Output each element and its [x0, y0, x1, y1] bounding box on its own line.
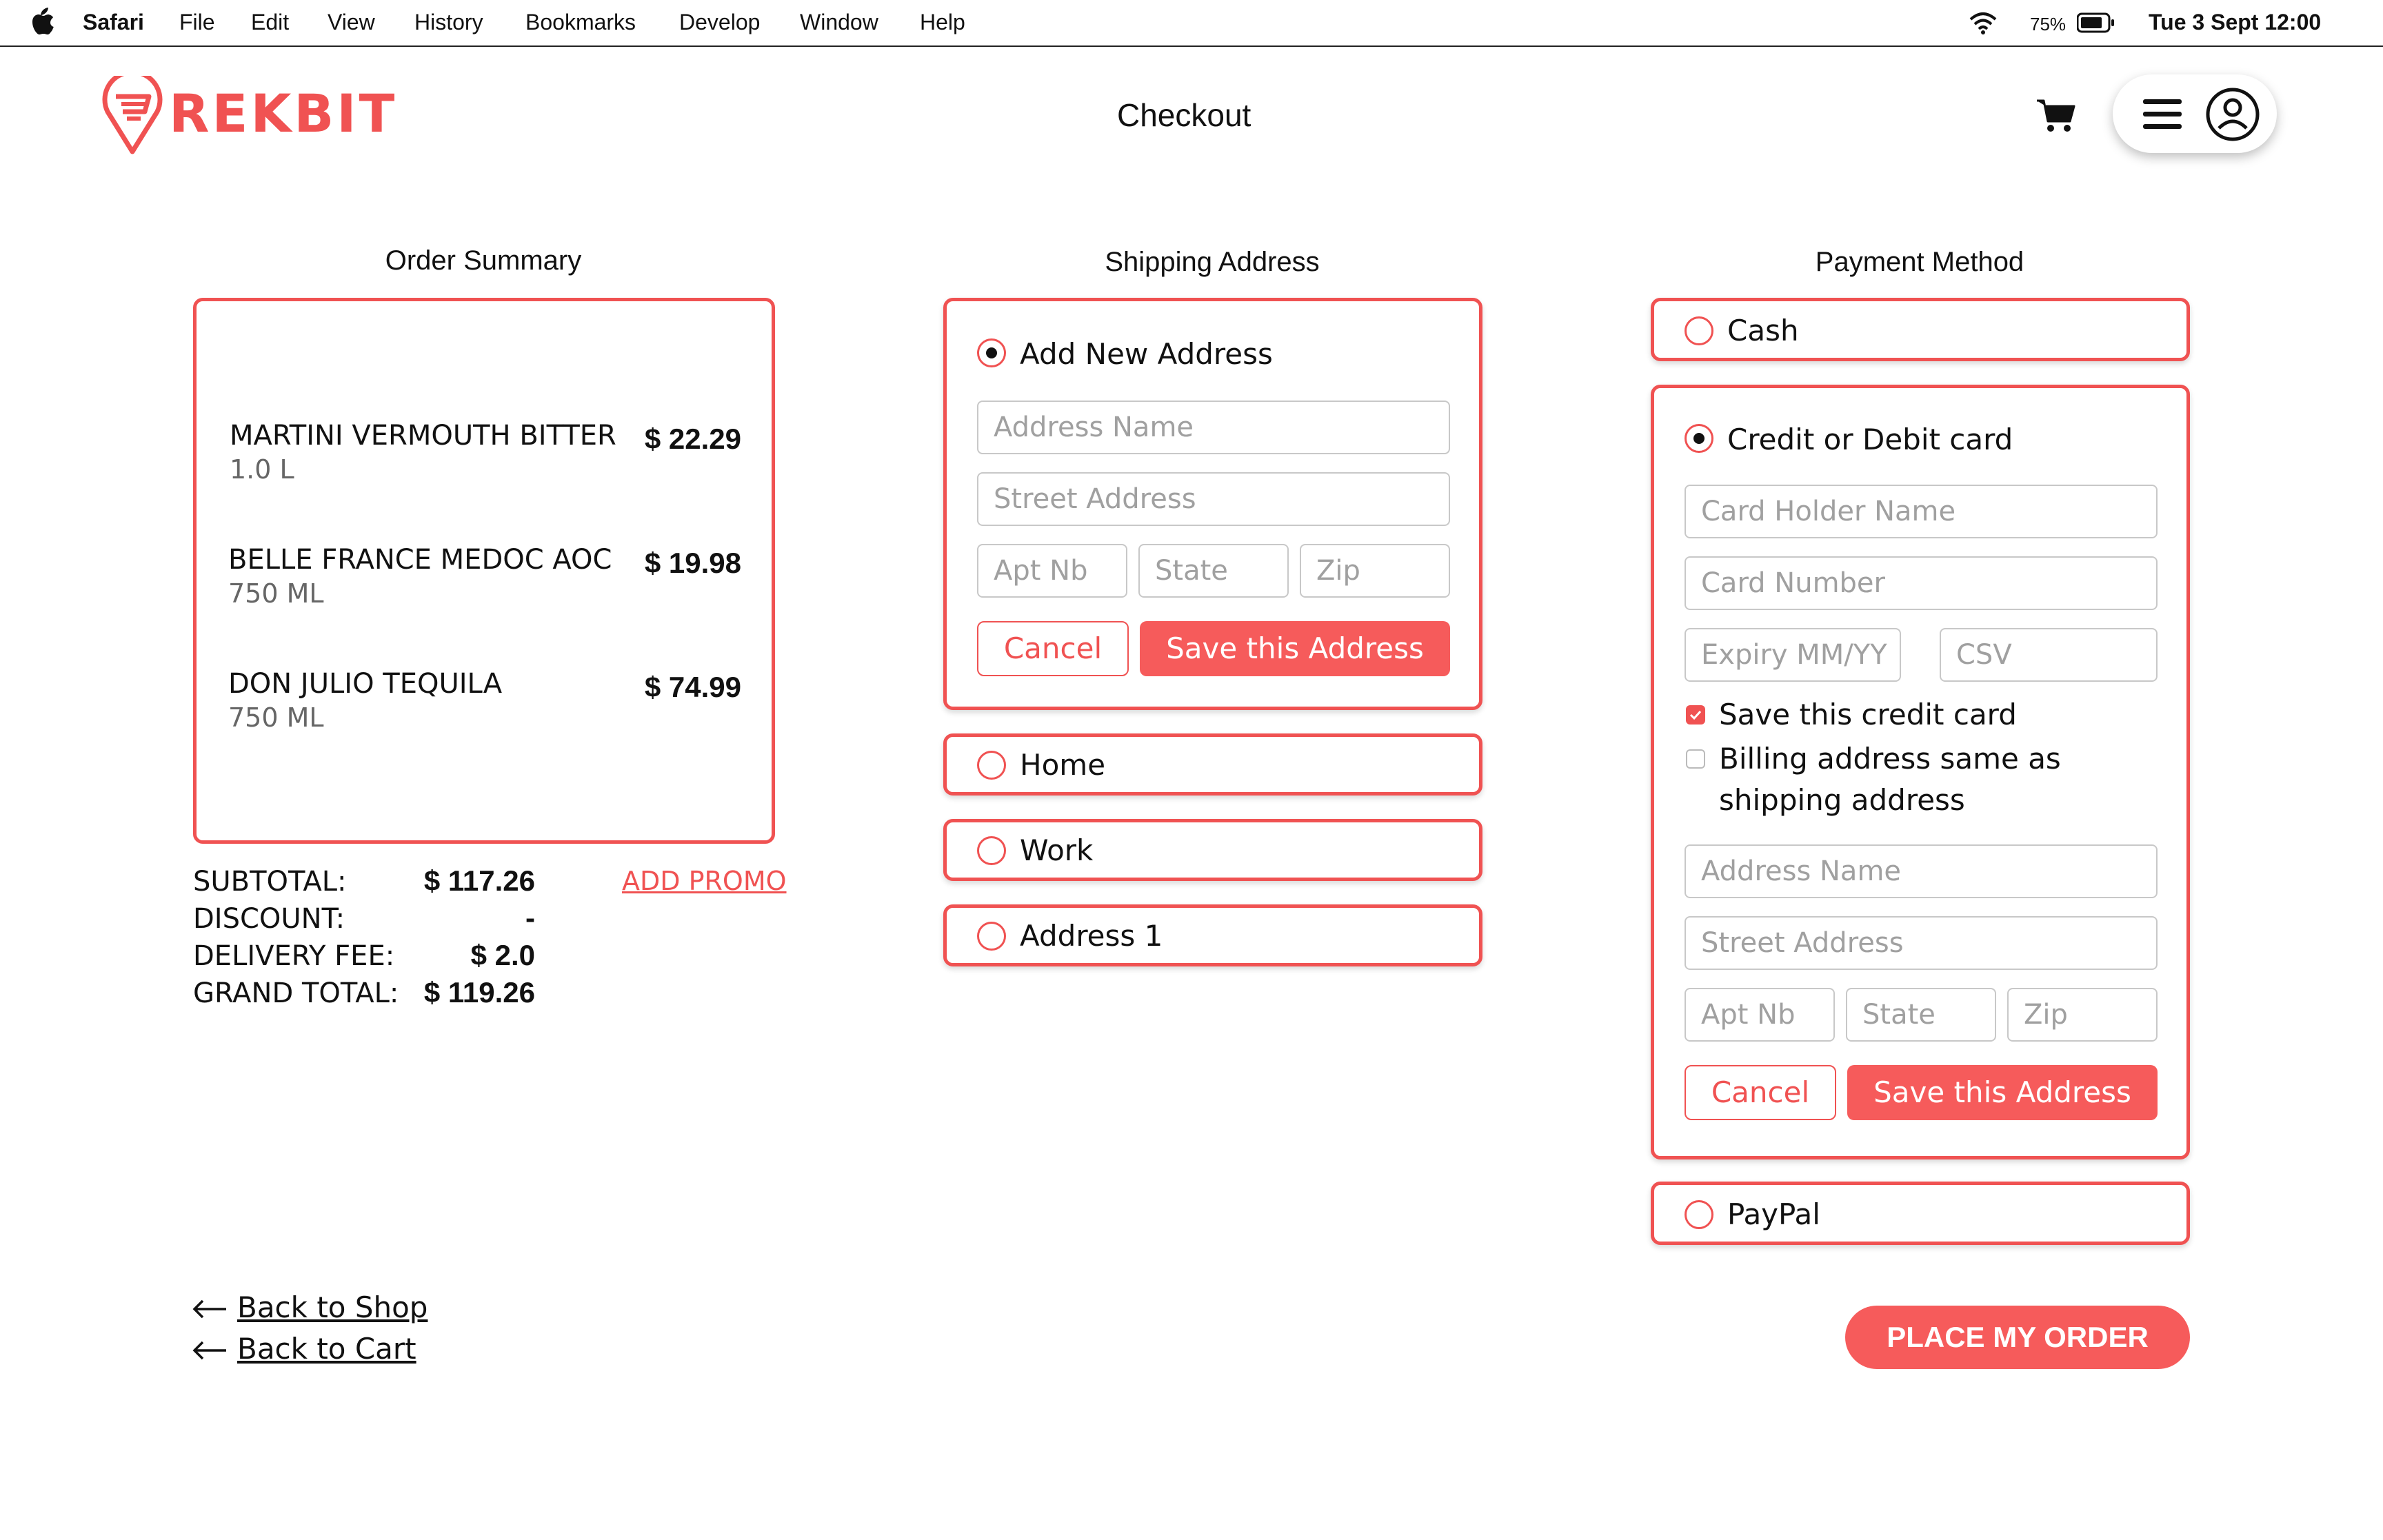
cash-label: Cash — [1727, 314, 1799, 347]
battery-icon[interactable] — [2077, 12, 2115, 33]
hamburger-icon[interactable] — [2143, 99, 2182, 130]
billing-address-name-input[interactable]: Address Name — [1685, 844, 2158, 898]
payment-paypal-option[interactable]: PayPal — [1651, 1182, 2190, 1245]
saved-address-label: Work — [1020, 833, 1094, 867]
order-item-volume: 750 ML — [228, 578, 324, 609]
order-summary-title: Order Summary — [385, 245, 582, 276]
delivery-fee-label: DELIVERY FEE: — [193, 940, 395, 972]
payment-method-title: Payment Method — [1815, 247, 2024, 277]
saved-address-label: Home — [1020, 748, 1106, 782]
menu-help[interactable]: Help — [920, 10, 965, 35]
address-name-input[interactable]: Address Name — [977, 401, 1450, 454]
street-address-input[interactable]: Street Address — [977, 472, 1450, 526]
save-card-checkbox[interactable] — [1686, 705, 1705, 725]
shipping-address-title: Shipping Address — [1105, 247, 1320, 277]
saved-address-home[interactable]: Home — [943, 733, 1482, 796]
menu-bar: Safari File Edit View History Bookmarks … — [0, 0, 2383, 47]
new-address-label: Add New Address — [1020, 337, 1273, 371]
zip-input[interactable]: Zip — [1300, 544, 1450, 598]
save-card-label: Save this credit card — [1719, 698, 2017, 731]
back-to-cart-link[interactable]: Back to Cart — [237, 1332, 416, 1366]
billing-zip-input[interactable]: Zip — [2007, 988, 2158, 1042]
billing-same-checkbox[interactable] — [1686, 749, 1705, 769]
payment-card-box: Credit or Debit card Card Holder Name Ca… — [1651, 385, 2190, 1159]
menu-app-name[interactable]: Safari — [83, 10, 144, 35]
card-radio[interactable] — [1685, 424, 1713, 453]
arrow-left-icon[interactable] — [192, 1299, 228, 1319]
saved-address-work[interactable]: Work — [943, 819, 1482, 881]
cart-icon[interactable] — [2035, 98, 2077, 134]
battery-percent: 75% — [2030, 14, 2067, 34]
card-holder-input[interactable]: Card Holder Name — [1685, 485, 2158, 538]
back-to-shop-link[interactable]: Back to Shop — [237, 1290, 428, 1324]
cash-radio[interactable] — [1685, 316, 1713, 345]
csv-input[interactable]: CSV — [1940, 628, 2158, 682]
address1-radio[interactable] — [977, 922, 1006, 951]
paypal-label: PayPal — [1727, 1197, 1820, 1231]
cancel-button[interactable]: Cancel — [977, 621, 1129, 676]
menu-edit[interactable]: Edit — [251, 10, 289, 35]
brand-name[interactable]: REKBIT — [169, 83, 397, 144]
grand-total-value: $ 119.26 — [423, 976, 535, 1009]
order-item-volume: 750 ML — [228, 702, 324, 733]
add-promo-link[interactable]: ADD PROMO — [622, 866, 787, 896]
new-address-box: Add New Address Address Name Street Addr… — [943, 298, 1482, 710]
order-item-volume: 1.0 L — [230, 454, 294, 485]
billing-cancel-button[interactable]: Cancel — [1685, 1065, 1836, 1120]
delivery-fee-value: $ 2.0 — [470, 939, 535, 971]
order-item-name: BELLE FRANCE MEDOC AOC — [228, 544, 612, 576]
discount-value: - — [525, 902, 535, 934]
new-address-radio[interactable] — [977, 338, 1006, 367]
card-number-input[interactable]: Card Number — [1685, 556, 2158, 610]
account-menu-pill[interactable] — [2113, 74, 2277, 153]
billing-state-input[interactable]: State — [1846, 988, 1996, 1042]
saved-address-1[interactable]: Address 1 — [943, 904, 1482, 966]
apt-number-input[interactable]: Apt Nb — [977, 544, 1127, 598]
checkmark-icon — [1689, 710, 1702, 720]
user-avatar-icon[interactable] — [2205, 87, 2260, 142]
order-item-price: $ 22.29 — [644, 423, 741, 455]
billing-apt-input[interactable]: Apt Nb — [1685, 988, 1835, 1042]
subtotal-value: $ 117.26 — [423, 864, 535, 897]
menu-develop[interactable]: Develop — [679, 10, 760, 35]
order-item-name: DON JULIO TEQUILA — [228, 668, 503, 700]
billing-save-address-button[interactable]: Save this Address — [1847, 1065, 2158, 1120]
order-item-price: $ 74.99 — [644, 671, 741, 703]
billing-same-label: Billing address same as shipping address — [1719, 742, 2061, 817]
clock: Tue 3 Sept 12:00 — [2149, 10, 2322, 34]
arrow-left-icon[interactable] — [192, 1340, 228, 1361]
expiry-input[interactable]: Expiry MM/YY — [1685, 628, 1901, 682]
paypal-radio[interactable] — [1685, 1200, 1713, 1229]
work-radio[interactable] — [977, 836, 1006, 865]
order-item-price: $ 19.98 — [644, 547, 741, 579]
saved-address-label: Address 1 — [1020, 919, 1163, 953]
menu-bookmarks[interactable]: Bookmarks — [525, 10, 636, 35]
wifi-icon[interactable] — [1968, 11, 1998, 34]
menu-file[interactable]: File — [179, 10, 215, 35]
order-item-name: MARTINI VERMOUTH BITTER — [230, 420, 616, 452]
menu-window[interactable]: Window — [800, 10, 878, 35]
state-input[interactable]: State — [1138, 544, 1289, 598]
apple-icon[interactable] — [28, 7, 55, 37]
menu-view[interactable]: View — [328, 10, 375, 35]
place-order-button[interactable]: PLACE MY ORDER — [1845, 1306, 2190, 1369]
billing-street-input[interactable]: Street Address — [1685, 916, 2158, 970]
rekbit-logo-icon[interactable] — [101, 76, 164, 156]
grand-total-label: GRAND TOTAL: — [193, 977, 399, 1009]
order-summary-box: MARTINI VERMOUTH BITTER 1.0 L $ 22.29 BE… — [193, 298, 775, 844]
page-title: Checkout — [1117, 97, 1251, 133]
subtotal-label: SUBTOTAL: — [193, 866, 347, 898]
save-address-button[interactable]: Save this Address — [1140, 621, 1450, 676]
menu-history[interactable]: History — [414, 10, 483, 35]
card-label: Credit or Debit card — [1727, 423, 2013, 456]
discount-label: DISCOUNT: — [193, 903, 345, 935]
home-radio[interactable] — [977, 751, 1006, 780]
payment-cash-option[interactable]: Cash — [1651, 298, 2190, 361]
